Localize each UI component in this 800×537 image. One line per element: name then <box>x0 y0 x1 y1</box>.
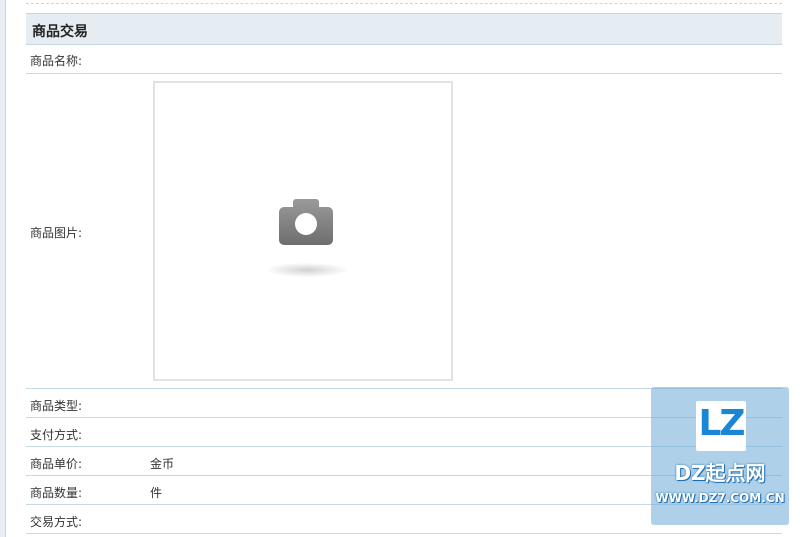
camera-shadow <box>267 263 347 277</box>
field-label: 商品图片: <box>30 226 83 240</box>
watermark-site-name: DZ起点网 <box>674 461 766 485</box>
left-border <box>0 0 6 537</box>
section-header: 商品交易 <box>26 13 782 45</box>
camera-icon <box>279 199 333 245</box>
field-label: 交易方式: <box>30 515 83 529</box>
watermark-url: WWW.DZ7.COM.CN <box>655 491 785 505</box>
field-value: 金币 <box>150 457 175 471</box>
field-row-name: 商品名称: <box>26 45 782 74</box>
field-label: 商品单价: <box>30 457 83 471</box>
field-value: 件 <box>150 486 163 500</box>
top-divider <box>26 3 782 4</box>
product-image-placeholder[interactable] <box>153 81 453 381</box>
watermark-logo: LZ <box>696 401 746 451</box>
site-watermark: LZ DZ起点网 WWW.DZ7.COM.CN <box>651 387 789 525</box>
field-label: 支付方式: <box>30 428 83 442</box>
field-label: 商品名称: <box>30 54 83 68</box>
section-title: 商品交易 <box>32 24 88 40</box>
field-label: 商品数量: <box>30 486 83 500</box>
field-label: 商品类型: <box>30 399 83 413</box>
watermark-logo-text: LZ <box>698 403 745 444</box>
